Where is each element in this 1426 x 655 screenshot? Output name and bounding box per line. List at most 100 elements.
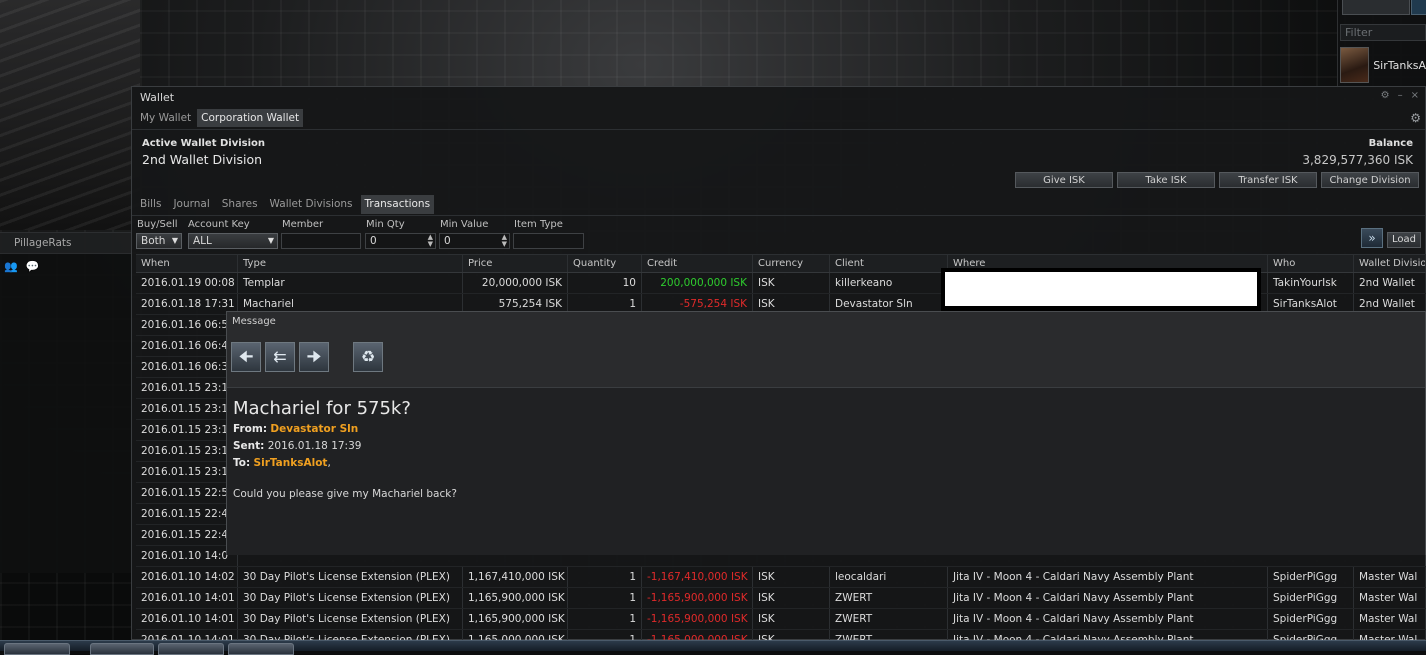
min-value-input[interactable]: 0 ▲ ▼ — [439, 233, 510, 249]
table-row[interactable]: 2016.01.10 14:01 30 Day Pilot's License … — [136, 609, 1426, 630]
cell-division: Master Wal — [1354, 588, 1426, 608]
cell-when: 2016.01.16 06:4 — [136, 336, 238, 356]
col-division[interactable]: Wallet Divisio — [1354, 255, 1426, 272]
buysell-value: Both — [141, 235, 166, 247]
tab-bills[interactable]: Bills — [136, 195, 165, 214]
members-icon[interactable]: 👥 — [4, 260, 18, 273]
reply-all-icon[interactable]: ⇇ — [265, 342, 295, 372]
cell-quantity: 1 — [568, 609, 642, 629]
cell-when: 2016.01.15 23:1 — [136, 378, 238, 398]
panel-tab[interactable] — [1342, 0, 1410, 15]
sent-value: 2016.01.18 17:39 — [267, 440, 362, 452]
tab-journal[interactable]: Journal — [169, 195, 213, 214]
cell-currency: ISK — [753, 567, 830, 587]
settings-icon[interactable]: ⚙ — [1381, 90, 1390, 101]
col-credit[interactable]: Credit — [642, 255, 753, 272]
load-button[interactable]: Load — [1387, 232, 1421, 248]
sent-label: Sent: — [233, 440, 265, 452]
station-structure — [0, 0, 140, 230]
cell-division: Master Wal — [1354, 567, 1426, 587]
tab-shares[interactable]: Shares — [218, 195, 262, 214]
item-type-input[interactable] — [513, 233, 584, 249]
cell-type: 30 Day Pilot's License Extension (PLEX) — [238, 567, 463, 587]
member-entry[interactable]: SirTanksA — [1340, 46, 1426, 84]
message-sent: Sent: 2016.01.18 17:39 — [233, 440, 361, 452]
cell-client: ZWERT — [830, 588, 948, 608]
cell-credit: -1,165,900,000 ISK — [642, 609, 753, 629]
wallet-subtabs: Bills Journal Shares Wallet Divisions Tr… — [136, 195, 438, 214]
spinner-icon[interactable]: ▲ ▼ — [502, 234, 507, 248]
col-when[interactable]: When — [136, 255, 238, 272]
col-quantity[interactable]: Quantity — [568, 255, 642, 272]
min-value-value: 0 — [444, 235, 451, 247]
gear-icon[interactable]: ⚙ — [1410, 111, 1421, 125]
spinner-icon[interactable]: ▲ ▼ — [428, 234, 433, 248]
cell-who: TakinYourIsk — [1268, 273, 1354, 293]
message-body: Machariel for 575k? From: Devastator Sln… — [227, 387, 1425, 555]
cell-credit: -1,165,900,000 ISK — [642, 588, 753, 608]
to-suffix: , — [327, 457, 331, 469]
to-link[interactable]: SirTanksAlot — [254, 457, 328, 469]
forward-icon[interactable]: 🠊 — [299, 342, 329, 372]
cell-when: 2016.01.15 22:5 — [136, 483, 238, 503]
taskbar-button[interactable] — [158, 643, 224, 655]
col-client[interactable]: Client — [830, 255, 948, 272]
recycle-icon[interactable]: ♻ — [353, 342, 383, 372]
minimize-icon[interactable]: – — [1398, 90, 1403, 101]
cell-type: Templar — [238, 273, 463, 293]
tab-corporation-wallet[interactable]: Corporation Wallet — [197, 109, 304, 127]
transfer-isk-button[interactable]: Transfer ISK — [1219, 172, 1317, 188]
col-currency[interactable]: Currency — [753, 255, 830, 272]
chevron-down-icon: ▼ — [171, 236, 178, 245]
col-type[interactable]: Type — [238, 255, 463, 272]
cell-when: 2016.01.16 06:3 — [136, 357, 238, 377]
col-who[interactable]: Who — [1268, 255, 1354, 272]
taskbar-button[interactable] — [4, 643, 70, 655]
message-toolbar: 🠈 ⇇ 🠊 ♻ — [231, 342, 383, 372]
chat-bubble-icon[interactable]: 💬 — [26, 260, 40, 273]
table-row[interactable]: 2016.01.10 14:01 30 Day Pilot's License … — [136, 588, 1426, 609]
panel-tab-active[interactable] — [1411, 0, 1426, 15]
tab-my-wallet[interactable]: My Wallet — [136, 109, 195, 127]
taskbar-button[interactable] — [228, 643, 294, 655]
chat-panel-title[interactable]: PillageRats — [0, 233, 131, 254]
chat-panel-icons: 👥 💬 — [0, 254, 131, 279]
account-key-value: ALL — [193, 235, 212, 247]
cell-when: 2016.01.15 23:1 — [136, 399, 238, 419]
cell-when: 2016.01.10 14:0 — [136, 546, 238, 566]
take-isk-button[interactable]: Take ISK — [1117, 172, 1215, 188]
active-division-label: Active Wallet Division — [142, 138, 266, 149]
filter-input[interactable]: Filter — [1340, 24, 1426, 41]
cell-client: killerkeano — [830, 273, 948, 293]
message-to: To: SirTanksAlot, — [233, 457, 331, 469]
message-subject: Machariel for 575k? — [233, 398, 411, 419]
cell-quantity: 1 — [568, 588, 642, 608]
message-window-title: Message — [232, 316, 276, 327]
account-key-select[interactable]: ALL ▼ — [188, 233, 278, 249]
close-icon[interactable]: × — [1411, 90, 1419, 101]
cell-who: SpiderPiGgg — [1268, 588, 1354, 608]
expand-icon[interactable]: » — [1361, 228, 1383, 248]
cell-price: 20,000,000 ISK — [463, 273, 568, 293]
col-price[interactable]: Price — [463, 255, 568, 272]
cell-when: 2016.01.10 14:01 — [136, 609, 238, 629]
table-row[interactable]: 2016.01.10 14:02 30 Day Pilot's License … — [136, 567, 1426, 588]
account-key-label: Account Key — [188, 219, 250, 230]
from-link[interactable]: Devastator Sln — [270, 423, 358, 435]
tab-transactions[interactable]: Transactions — [360, 195, 435, 214]
give-isk-button[interactable]: Give ISK — [1015, 172, 1113, 188]
cell-when: 2016.01.10 14:02 — [136, 567, 238, 587]
taskbar-button[interactable] — [90, 643, 154, 655]
message-window: Message 🠈 ⇇ 🠊 ♻ Machariel for 575k? From… — [226, 311, 1426, 555]
reply-icon[interactable]: 🠈 — [231, 342, 261, 372]
min-qty-input[interactable]: 0 ▲ ▼ — [365, 233, 436, 249]
message-from: From: Devastator Sln — [233, 423, 358, 435]
member-input[interactable] — [281, 233, 361, 249]
window-title: Wallet — [140, 91, 175, 104]
tab-wallet-divisions[interactable]: Wallet Divisions — [266, 195, 357, 214]
change-division-button[interactable]: Change Division — [1321, 172, 1419, 188]
wallet-buttons: Give ISK Take ISK Transfer ISK Change Di… — [1015, 172, 1419, 188]
buysell-select[interactable]: Both ▼ — [136, 233, 182, 249]
cell-who: SpiderPiGgg — [1268, 567, 1354, 587]
item-type-label: Item Type — [514, 219, 563, 230]
